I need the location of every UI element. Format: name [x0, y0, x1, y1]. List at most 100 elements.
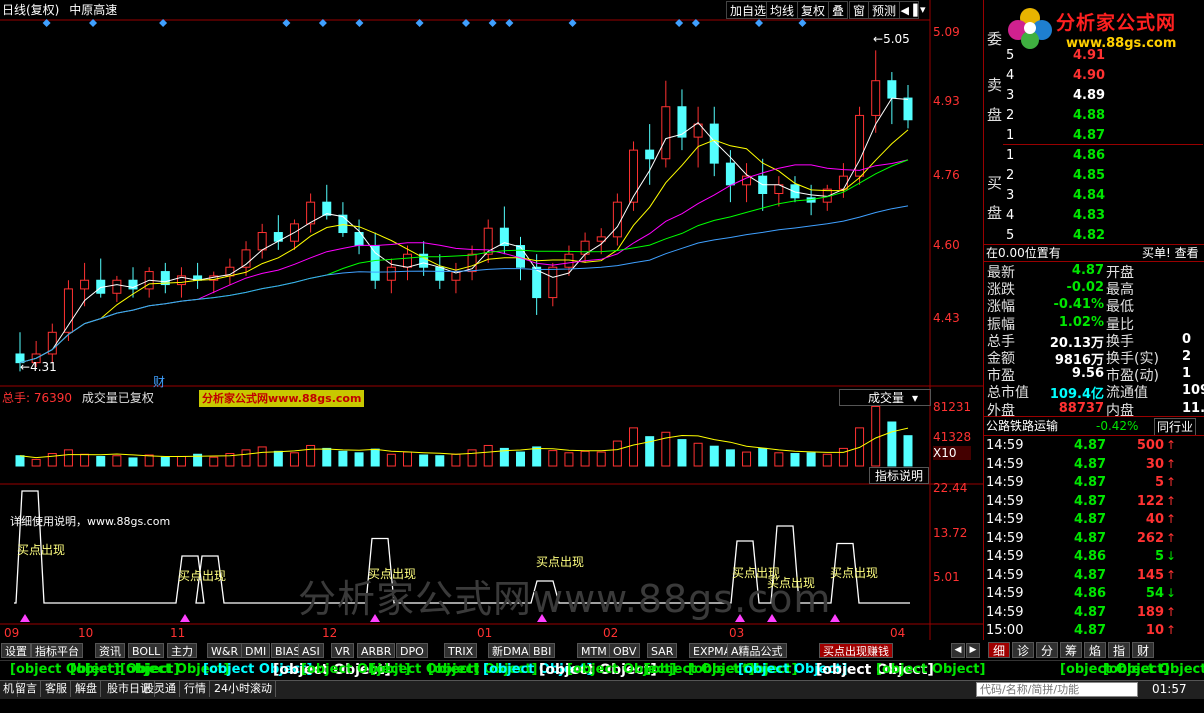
candle-body: [790, 184, 800, 199]
volume-bar: [144, 454, 154, 467]
candle-body: [370, 245, 380, 281]
tick-price: 4.86: [1074, 549, 1107, 564]
indicator-tab[interactable]: 资讯: [95, 643, 125, 658]
toolbar-button[interactable]: 复权: [797, 1, 830, 19]
up-arrow-icon: ↑: [1166, 475, 1177, 489]
buy-level-price: 4.83: [1073, 208, 1106, 223]
indicator-tab[interactable]: 新DMA: [488, 643, 533, 658]
tick-price: 4.86: [1074, 586, 1107, 601]
side-tab[interactable]: 焰: [1084, 642, 1106, 658]
indicator-tab[interactable]: 指标平台: [31, 643, 83, 658]
volume-bar: [580, 450, 590, 467]
candle-body: [725, 162, 735, 186]
tick-time: 14:59: [986, 475, 1024, 490]
tick-price: 4.87: [1074, 567, 1107, 583]
indicator-tab[interactable]: MTM: [577, 643, 611, 658]
sell-level-num: 1: [1006, 128, 1015, 143]
indicator-tab[interactable]: BBI: [529, 643, 556, 658]
side-tab[interactable]: 指: [1108, 642, 1130, 658]
indicator-tab[interactable]: BOLL: [128, 643, 165, 658]
quote-value: 9.56: [1071, 366, 1104, 382]
buy-level-price: 4.82: [1073, 228, 1106, 243]
up-arrow-icon: ↑: [1166, 456, 1177, 471]
candle-body: [871, 80, 881, 116]
indicator-tab[interactable]: 买点出现赚钱: [819, 643, 893, 658]
industry-row: 公路铁路运输 -0.42% 同行业: [986, 418, 1204, 436]
position-row: 在0.00位置有 买单! 查看: [986, 245, 1199, 261]
toolbar-button[interactable]: 加自选: [726, 1, 771, 19]
peer-industry-button[interactable]: 同行业: [1154, 418, 1197, 436]
signal-label: 买点出现: [17, 543, 66, 557]
indicator-tab[interactable]: OBV: [609, 643, 641, 658]
buy-level-num: 4: [1006, 208, 1015, 223]
toolbar-button[interactable]: 均线: [766, 1, 799, 19]
candle-body: [435, 266, 445, 281]
indicator-tab[interactable]: A精品公式: [727, 643, 787, 658]
indicator-tab[interactable]: W&R: [207, 643, 243, 658]
industry-sep: [984, 416, 1204, 417]
side-tab[interactable]: 细: [988, 642, 1010, 658]
side-tab[interactable]: 财: [1132, 642, 1154, 658]
stock-terminal: { "header":{"period":"日线(复权)","stock_nam…: [0, 0, 1204, 713]
month-label: 12: [322, 626, 338, 640]
up-arrow-icon: ↑: [1166, 438, 1177, 452]
indicator-help-button[interactable]: 指标说明: [869, 467, 930, 484]
bottom-tab[interactable]: 留言: [12, 681, 41, 697]
indicator-tab[interactable]: ARBR: [357, 643, 396, 658]
indicator-tab[interactable]: DMI: [241, 643, 271, 658]
candle-body: [386, 266, 396, 281]
price-axis-label: 4.60: [933, 237, 960, 252]
indicator-tab[interactable]: VR: [331, 643, 355, 658]
volume-bar: [273, 450, 283, 467]
bottom-tab[interactable]: 股灵通: [140, 681, 180, 697]
toolbar-button[interactable]: 预测: [868, 1, 901, 19]
tick-price: 4.87: [1074, 623, 1107, 638]
toolbar-button[interactable]: 窗: [849, 1, 870, 19]
volume-bar: [725, 449, 735, 467]
volume-bar: [629, 427, 639, 467]
index-value: [object Object]: [1103, 662, 1204, 677]
indicator-tab[interactable]: TRIX: [444, 643, 478, 658]
tick-volume: 10: [1145, 623, 1164, 638]
side-tab[interactable]: 诊: [1012, 642, 1034, 658]
buy-signal-arrow-icon: [180, 614, 190, 622]
industry-name[interactable]: 公路铁路运输: [986, 419, 1058, 433]
signal-label: 买点出现: [830, 566, 879, 580]
volume-indicator-button[interactable]: 成交量 ▾: [839, 389, 931, 406]
quote-value: 2: [1182, 349, 1192, 364]
volume-bar: [596, 451, 606, 467]
chart-area[interactable]: [0, 0, 984, 660]
indicator-tab[interactable]: DPO: [396, 643, 428, 658]
candle-body: [80, 279, 90, 290]
tab-scroll-right-icon[interactable]: ▶: [966, 643, 980, 658]
volume-bar: [402, 451, 412, 467]
sell-label: 卖盘: [987, 76, 1003, 124]
bottom-tab[interactable]: 行情: [181, 681, 210, 697]
buy-level-num: 5: [1006, 228, 1015, 243]
side-tab[interactable]: 筹: [1060, 642, 1082, 658]
bottom-tab[interactable]: 解盘: [72, 681, 101, 697]
volume-bar: [806, 452, 816, 467]
indicator-tab[interactable]: SAR: [647, 643, 678, 658]
price-axis-label: 4.76: [933, 168, 960, 183]
indicator-tab[interactable]: ASI: [298, 643, 324, 658]
tick-volume: 262: [1136, 530, 1164, 546]
indicator-tab[interactable]: 主力: [167, 643, 197, 658]
tab-scroll-left-icon[interactable]: ◀: [951, 643, 965, 658]
fin-mark[interactable]: 财: [153, 373, 165, 390]
index-value: [object Object]: [876, 662, 986, 677]
volume-bar: [354, 452, 364, 467]
side-tab[interactable]: 分: [1036, 642, 1058, 658]
search-input[interactable]: [976, 682, 1138, 697]
indicator-tab[interactable]: 设置: [1, 643, 31, 658]
orderbook-sep: [1003, 144, 1203, 145]
tick-volume: 145: [1136, 567, 1164, 583]
bottom-tab[interactable]: 24小时滚动: [211, 681, 276, 697]
toolbar-button[interactable]: 叠: [828, 1, 849, 19]
volume-bar: [822, 453, 832, 467]
bottom-tab[interactable]: 客服: [42, 681, 71, 697]
buy-order-link[interactable]: 买单! 查看: [1142, 245, 1199, 261]
indicator-axis: 22.44 13.72 5.01: [933, 481, 968, 584]
volume-bar: [693, 442, 703, 467]
quote-label: 内盘: [1106, 402, 1134, 419]
